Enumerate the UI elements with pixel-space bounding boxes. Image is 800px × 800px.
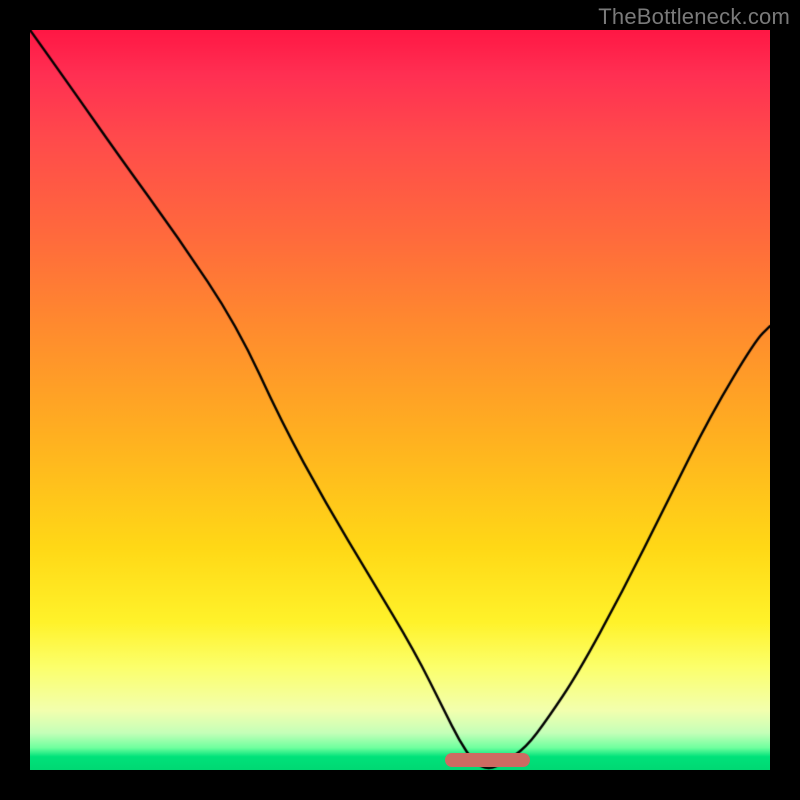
bottleneck-curve bbox=[30, 30, 770, 770]
plot-area bbox=[30, 30, 770, 770]
chart-frame: TheBottleneck.com bbox=[0, 0, 800, 800]
watermark-text: TheBottleneck.com bbox=[598, 4, 790, 30]
optimal-range-marker bbox=[445, 753, 530, 767]
